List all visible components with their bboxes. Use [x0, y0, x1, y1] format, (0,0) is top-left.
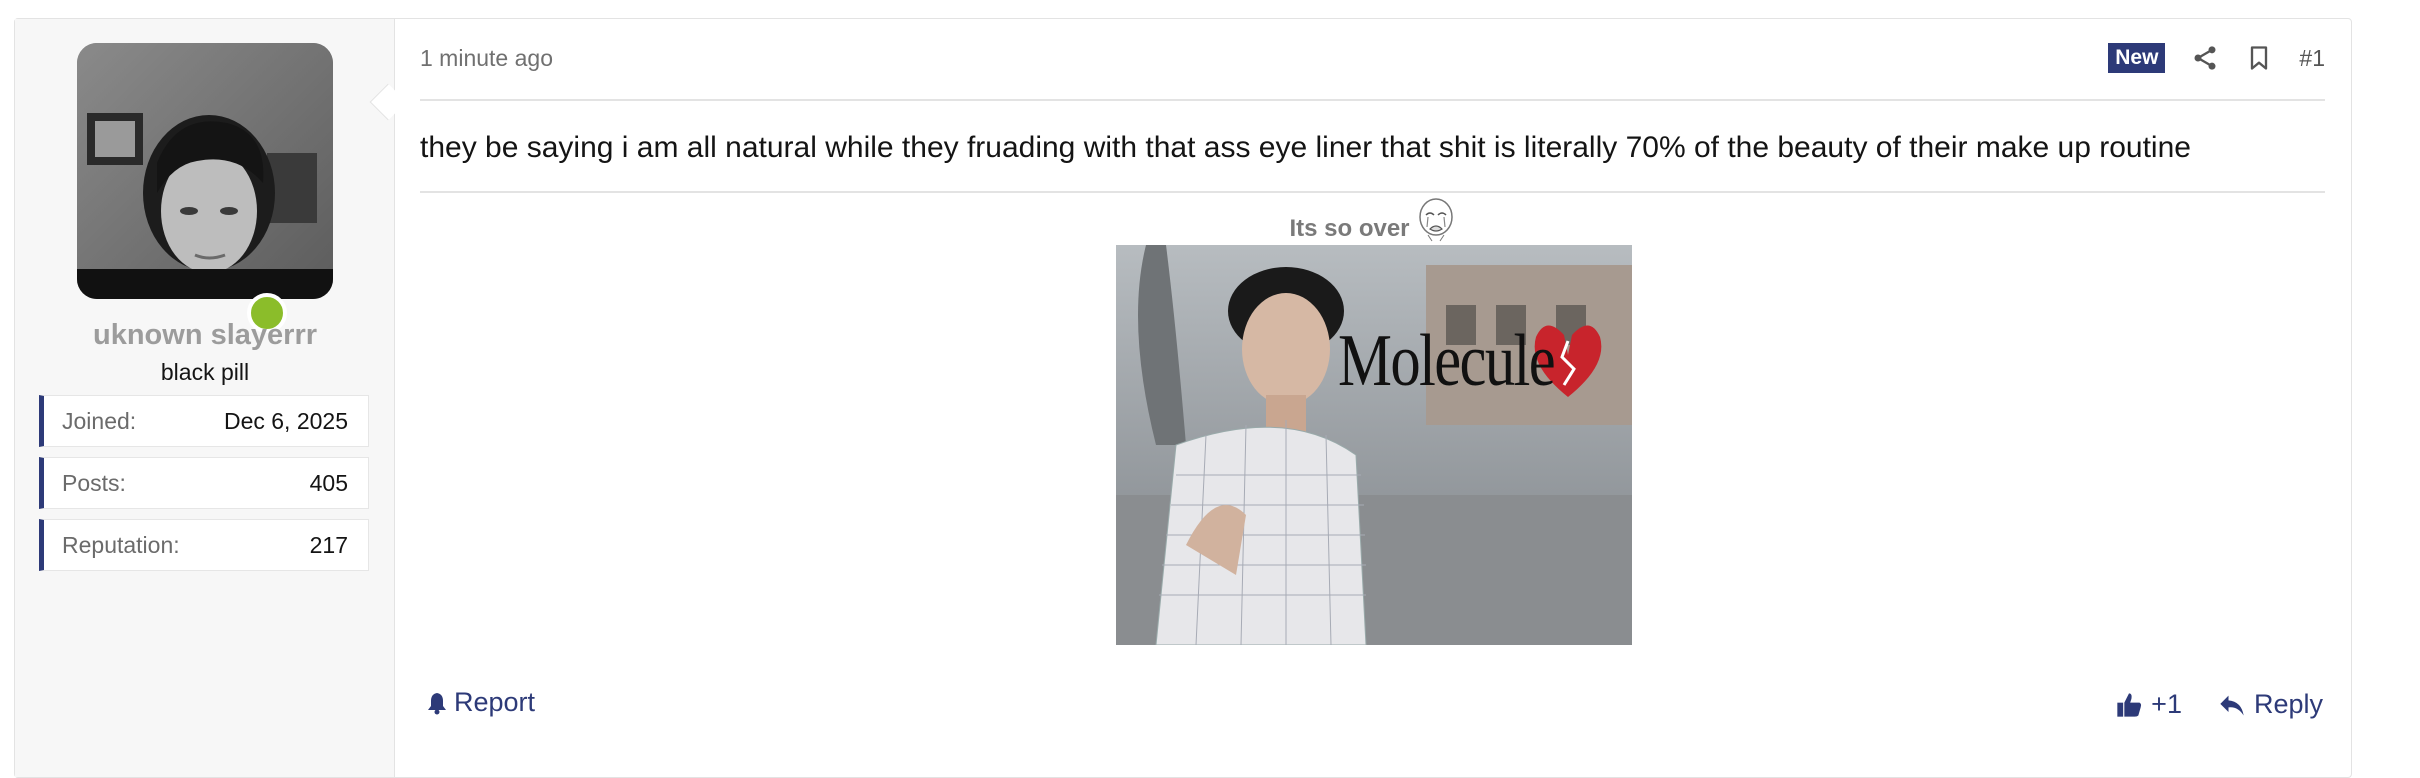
- report-label: Report: [454, 687, 536, 717]
- stat-value: 217: [309, 531, 348, 558]
- post-body: they be saying i am all natural while th…: [420, 131, 2191, 164]
- signature-text: Its so over: [1289, 215, 1410, 242]
- post-number-link[interactable]: #1: [2299, 45, 2325, 72]
- post-header-actions: New #1: [2108, 43, 2325, 73]
- stat-label: Posts:: [62, 469, 126, 496]
- signature-image-caption: Molecule: [1338, 320, 1556, 402]
- stat-value: 405: [309, 469, 348, 496]
- user-title: black pill: [160, 359, 250, 385]
- username[interactable]: uknown slayerrr: [15, 319, 395, 352]
- stat-joined: Joined: Dec 6, 2025: [39, 395, 369, 447]
- stat-label: Reputation:: [62, 531, 180, 558]
- signature: Its so over: [420, 197, 2325, 243]
- thumbs-up-icon: [2117, 692, 2142, 717]
- avatar-container: [77, 43, 333, 333]
- stat-posts: Posts: 405: [39, 457, 369, 509]
- share-icon[interactable]: [2191, 44, 2219, 72]
- bell-icon: [428, 692, 446, 714]
- like-button[interactable]: +1: [2115, 689, 2182, 720]
- user-info-panel: uknown slayerrr black pill Joined: Dec 6…: [15, 19, 395, 777]
- bookmark-icon[interactable]: [2245, 44, 2273, 72]
- crying-face-icon: [1418, 198, 1453, 242]
- reply-label: Reply: [2253, 689, 2323, 719]
- forum-post: uknown slayerrr black pill Joined: Dec 6…: [14, 18, 2352, 778]
- report-button[interactable]: Report: [426, 687, 535, 718]
- reply-icon: [2220, 695, 2244, 715]
- header-divider: [420, 99, 2325, 101]
- signature-image: Molecule: [1116, 245, 1632, 645]
- message-content: 1 minute ago New #1 they be saying i am …: [420, 19, 2325, 777]
- stat-reputation: Reputation: 217: [39, 519, 369, 571]
- post-footer-actions: +1 Reply: [2115, 689, 2323, 720]
- like-count: +1: [2151, 689, 2182, 719]
- stat-label: Joined:: [62, 407, 137, 434]
- reply-button[interactable]: Reply: [2218, 689, 2323, 720]
- post-timestamp[interactable]: 1 minute ago: [420, 45, 553, 72]
- signature-divider: [420, 191, 2325, 193]
- new-badge: New: [2108, 43, 2166, 73]
- stat-value: Dec 6, 2025: [223, 407, 348, 434]
- avatar[interactable]: [77, 43, 333, 299]
